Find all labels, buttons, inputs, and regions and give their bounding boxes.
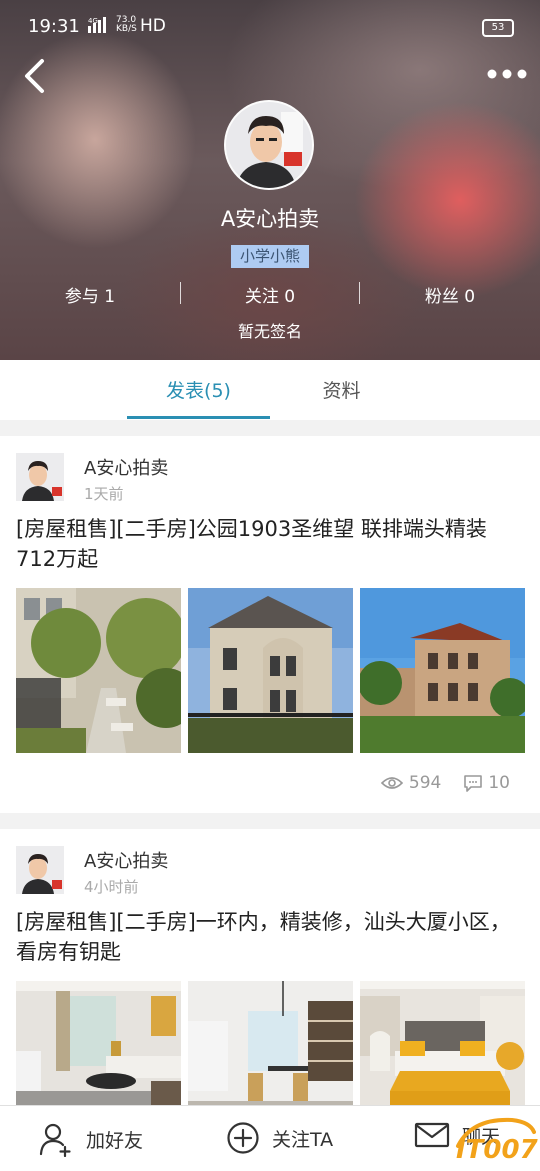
more-options-icon[interactable] xyxy=(486,66,528,82)
status-bar: 19:31 4G 73.0 KB/S HD 53 xyxy=(0,0,540,52)
add-user-icon xyxy=(39,1123,71,1158)
post-card[interactable]: A安心拍卖 4小时前 [房屋租售][二手房]一环内，精装修，汕头大厦小区，看房有… xyxy=(0,829,540,1146)
battery-indicator: 53 xyxy=(482,19,514,37)
back-arrow-icon[interactable] xyxy=(20,58,50,94)
profile-name: A安心拍卖 xyxy=(220,207,320,231)
speed-unit: KB/S xyxy=(116,24,137,34)
signal-icon: 4G xyxy=(88,16,112,39)
post-author-avatar[interactable] xyxy=(16,846,64,894)
post-image[interactable] xyxy=(16,588,181,753)
post-title[interactable]: [房屋租售][二手房]一环内，精装修，汕头大厦小区，看房有钥匙 xyxy=(16,907,526,967)
profile-tabs: 发表(5) 资料 xyxy=(0,360,540,420)
profile-signature: 暂无签名 xyxy=(237,322,302,341)
following-count[interactable]: 关注 0 xyxy=(180,282,360,307)
follow-button[interactable]: 关注TA xyxy=(226,1121,333,1155)
plus-circle-icon xyxy=(227,1122,259,1154)
post-author-name[interactable]: A安心拍卖 xyxy=(84,454,168,480)
add-friend-button[interactable]: 加好友 xyxy=(38,1121,144,1158)
follow-label: 关注TA xyxy=(272,1128,334,1151)
mail-icon xyxy=(414,1122,450,1148)
post-author-avatar[interactable] xyxy=(16,453,64,501)
profile-avatar[interactable] xyxy=(224,100,314,190)
it007-watermark-logo: IT007 xyxy=(452,1112,539,1165)
hd-indicator: HD xyxy=(140,16,166,36)
fans-count[interactable]: 粉丝 0 xyxy=(360,282,540,307)
watermark-text: IT007 xyxy=(456,1135,538,1164)
profile-header: 19:31 4G 73.0 KB/S HD 53 A安心拍卖 小学小熊 参与 1… xyxy=(0,0,540,360)
profile-stats: 参与 1 关注 0 粉丝 0 xyxy=(0,280,540,307)
network-speed: 73.0 KB/S xyxy=(116,16,137,34)
tab-posts[interactable]: 发表(5) xyxy=(127,376,270,403)
post-author-name[interactable]: A安心拍卖 xyxy=(84,847,168,873)
add-friend-label: 加好友 xyxy=(86,1129,144,1152)
post-image[interactable] xyxy=(360,588,525,753)
comments-icon xyxy=(464,775,482,792)
username-tag: 小学小熊 xyxy=(231,245,309,268)
post-time: 1天前 xyxy=(84,485,124,503)
views-count: 594 xyxy=(408,773,442,793)
tab-profile-info[interactable]: 资料 xyxy=(270,376,413,403)
status-time: 19:31 xyxy=(28,16,80,37)
active-tab-indicator xyxy=(127,416,270,419)
participate-count[interactable]: 参与 1 xyxy=(0,282,180,307)
post-stats: 594 10 xyxy=(381,773,510,793)
comments-count: 10 xyxy=(488,773,510,793)
post-time: 4小时前 xyxy=(84,878,139,896)
views-icon xyxy=(381,777,404,789)
post-image[interactable] xyxy=(188,588,353,753)
signal-label: 4G xyxy=(88,17,98,25)
post-title[interactable]: [房屋租售][二手房]公园1903圣维望 联排端头精装 712万起 xyxy=(16,514,526,574)
post-card[interactable]: A安心拍卖 1天前 [房屋租售][二手房]公园1903圣维望 联排端头精装 71… xyxy=(0,436,540,813)
